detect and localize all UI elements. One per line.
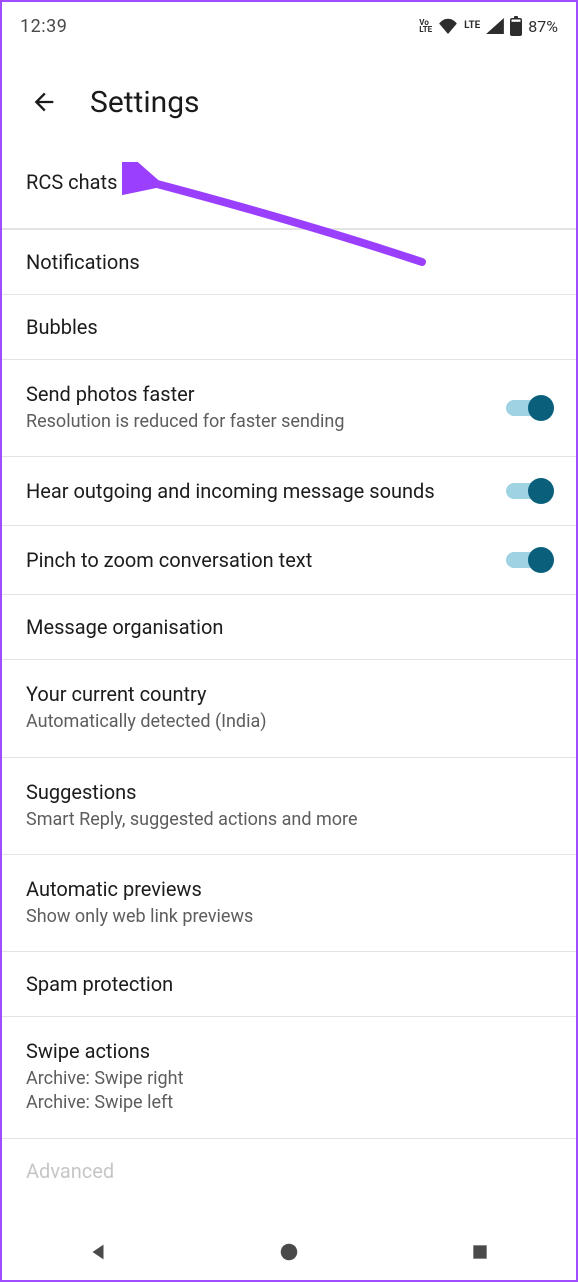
settings-item-current-country[interactable]: Your current country Automatically detec… bbox=[2, 660, 576, 757]
item-title: Suggestions bbox=[26, 780, 552, 804]
circle-home-icon bbox=[278, 1241, 300, 1263]
settings-item-suggestions[interactable]: Suggestions Smart Reply, suggested actio… bbox=[2, 758, 576, 855]
item-subtitle: Show only web link previews bbox=[26, 905, 552, 929]
toggle-send-photos-faster[interactable] bbox=[506, 394, 552, 422]
navigation-bar bbox=[2, 1224, 576, 1280]
lte-icon: LTE bbox=[464, 21, 480, 31]
signal-icon bbox=[486, 18, 504, 34]
battery-icon bbox=[510, 16, 522, 36]
status-icons: Vo LTE LTE 87% bbox=[419, 16, 558, 36]
settings-list: RCS chats Notifications Bubbles Send pho… bbox=[2, 148, 576, 1203]
status-bar: 12:39 Vo LTE LTE 87% bbox=[2, 2, 576, 42]
nav-recents-button[interactable] bbox=[465, 1237, 495, 1267]
settings-item-hear-sounds[interactable]: Hear outgoing and incoming message sound… bbox=[2, 457, 576, 526]
settings-item-message-organisation[interactable]: Message organisation bbox=[2, 595, 576, 660]
back-button[interactable] bbox=[26, 84, 62, 120]
settings-item-advanced[interactable]: Advanced bbox=[2, 1139, 576, 1203]
item-title: Notifications bbox=[26, 250, 552, 274]
app-header: Settings bbox=[2, 42, 576, 148]
item-title: Spam protection bbox=[26, 972, 552, 996]
item-title: Your current country bbox=[26, 682, 552, 706]
page-title: Settings bbox=[90, 85, 200, 120]
item-title: Message organisation bbox=[26, 615, 552, 639]
settings-item-swipe-actions[interactable]: Swipe actions Archive: Swipe right Archi… bbox=[2, 1017, 576, 1139]
nav-back-button[interactable] bbox=[83, 1237, 113, 1267]
status-time: 12:39 bbox=[20, 16, 67, 37]
triangle-back-icon bbox=[87, 1241, 109, 1263]
settings-item-spam-protection[interactable]: Spam protection bbox=[2, 952, 576, 1017]
square-recents-icon bbox=[470, 1242, 490, 1262]
item-subtitle: Resolution is reduced for faster sending bbox=[26, 410, 488, 434]
settings-item-send-photos-faster[interactable]: Send photos faster Resolution is reduced… bbox=[2, 360, 576, 457]
toggle-hear-sounds[interactable] bbox=[506, 477, 552, 505]
item-title: Automatic previews bbox=[26, 877, 552, 901]
item-title: Send photos faster bbox=[26, 382, 488, 406]
item-subtitle: Archive: Swipe right Archive: Swipe left bbox=[26, 1067, 552, 1116]
item-title: Hear outgoing and incoming message sound… bbox=[26, 479, 488, 503]
item-subtitle: Automatically detected (India) bbox=[26, 710, 552, 734]
settings-item-notifications[interactable]: Notifications bbox=[2, 229, 576, 295]
settings-item-automatic-previews[interactable]: Automatic previews Show only web link pr… bbox=[2, 855, 576, 952]
settings-item-pinch-zoom[interactable]: Pinch to zoom conversation text bbox=[2, 526, 576, 595]
item-title: Swipe actions bbox=[26, 1039, 552, 1063]
item-title: Advanced bbox=[26, 1159, 552, 1183]
nav-home-button[interactable] bbox=[274, 1237, 304, 1267]
toggle-pinch-zoom[interactable] bbox=[506, 546, 552, 574]
arrow-back-icon bbox=[30, 88, 58, 116]
item-subtitle: Smart Reply, suggested actions and more bbox=[26, 808, 552, 832]
item-title: Pinch to zoom conversation text bbox=[26, 548, 488, 572]
battery-percent: 87% bbox=[528, 17, 558, 36]
screen-frame: 12:39 Vo LTE LTE 87% Settings RCS chats … bbox=[0, 0, 578, 1282]
item-title: Bubbles bbox=[26, 315, 552, 339]
settings-item-rcs-chats[interactable]: RCS chats bbox=[2, 148, 576, 229]
wifi-icon bbox=[438, 18, 458, 34]
item-title: RCS chats bbox=[26, 170, 552, 194]
settings-item-bubbles[interactable]: Bubbles bbox=[2, 295, 576, 360]
volte-icon: Vo LTE bbox=[419, 19, 432, 33]
